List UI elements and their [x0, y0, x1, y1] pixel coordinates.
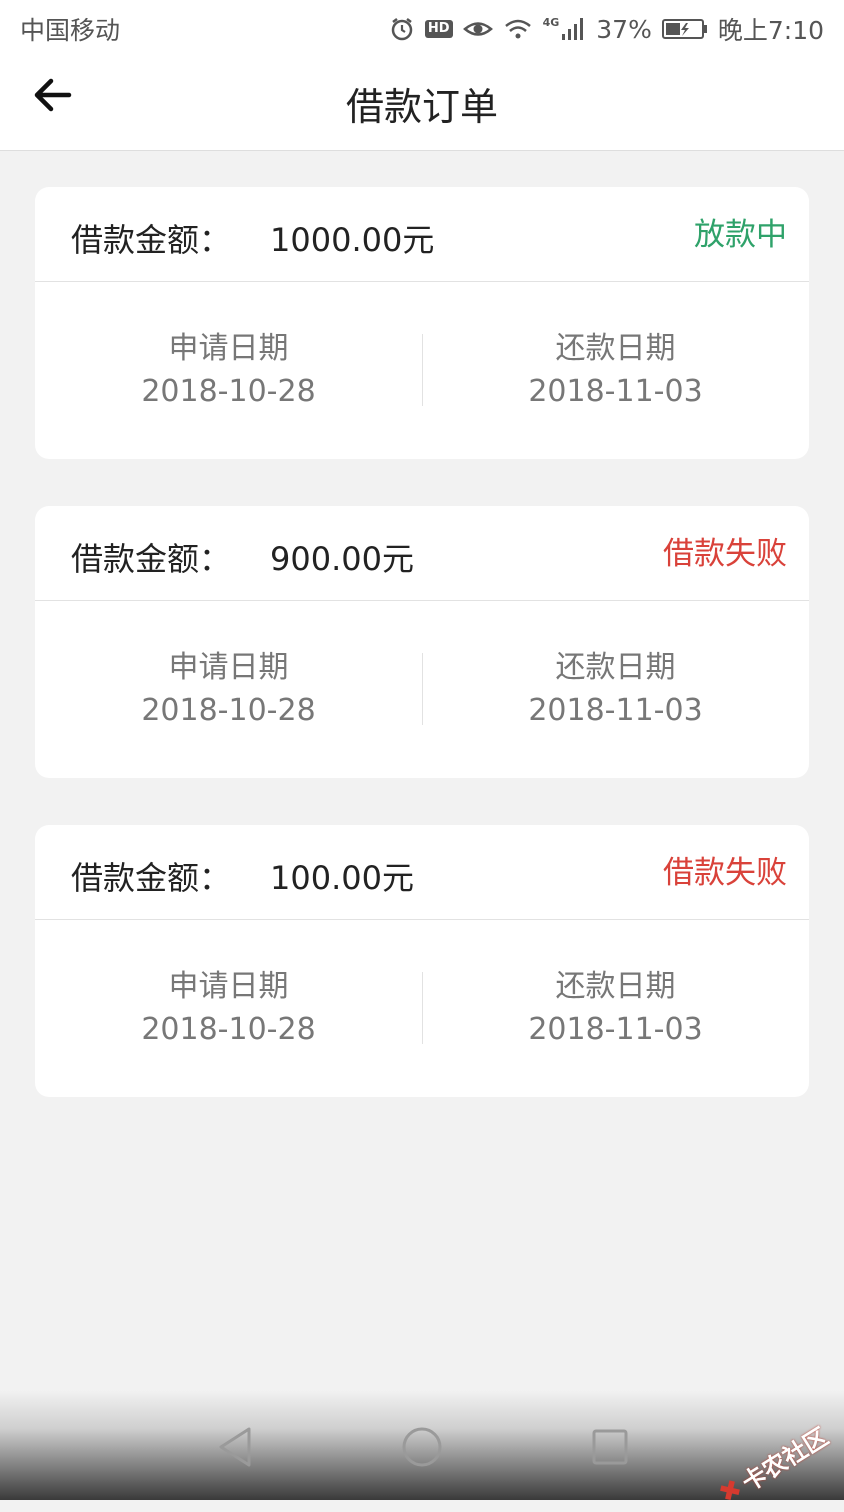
order-card-header: 借款金额： 100.00元 借款失败: [35, 825, 809, 920]
order-list: 借款金额： 1000.00元 放款中 申请日期 2018-10-28 还款日期 …: [35, 187, 809, 1144]
hd-icon: HD: [424, 20, 453, 38]
alarm-icon: [389, 16, 415, 42]
apply-date-block: 申请日期 2018-10-28: [35, 328, 422, 414]
battery-percent: 37%: [596, 14, 652, 44]
watermark-text: 卡农社区: [737, 1422, 834, 1498]
back-triangle-icon: [219, 1427, 251, 1467]
status-badge: 放款中: [694, 217, 787, 253]
amount-label: 借款金额：: [71, 859, 232, 897]
repay-date-value: 2018-11-03: [528, 374, 703, 409]
repay-date-block: 还款日期 2018-11-03: [422, 966, 809, 1052]
repay-date-label: 还款日期: [555, 969, 676, 1004]
apply-date-value: 2018-10-28: [141, 1012, 316, 1047]
apply-date-block: 申请日期 2018-10-28: [35, 966, 422, 1052]
clock: 晚上7:10: [717, 16, 824, 45]
apply-date-label: 申请日期: [168, 650, 289, 685]
order-card[interactable]: 借款金额： 100.00元 借款失败 申请日期 2018-10-28 还款日期 …: [35, 825, 809, 1097]
amount-label: 借款金额：: [71, 540, 232, 578]
page-title: 借款订单: [345, 85, 498, 129]
system-nav-bar: ✖ 卡农社区: [0, 1390, 844, 1509]
amount-label: 借款金额：: [71, 221, 232, 259]
carrier-name: 中国移动: [20, 16, 121, 45]
home-circle-icon: [402, 1427, 442, 1467]
wifi-icon: [503, 17, 533, 41]
order-card-header: 借款金额： 900.00元 借款失败: [35, 506, 809, 601]
repay-date-value: 2018-11-03: [528, 1012, 703, 1047]
repay-date-block: 还款日期 2018-11-03: [422, 328, 809, 414]
apply-date-value: 2018-10-28: [141, 374, 316, 409]
order-card[interactable]: 借款金额： 900.00元 借款失败 申请日期 2018-10-28 还款日期 …: [35, 506, 809, 778]
order-card[interactable]: 借款金额： 1000.00元 放款中 申请日期 2018-10-28 还款日期 …: [35, 187, 809, 459]
repay-date-label: 还款日期: [555, 650, 676, 685]
order-card-body: 申请日期 2018-10-28 还款日期 2018-11-03: [35, 282, 809, 459]
amount-value: 900.00元: [270, 540, 414, 578]
status-bar: 中国移动 HD 4G 37% 晚上7:10: [0, 0, 844, 58]
apply-date-value: 2018-10-28: [141, 693, 316, 728]
order-card-body: 申请日期 2018-10-28 还款日期 2018-11-03: [35, 920, 809, 1097]
status-icons: HD 4G 37% 晚上7:10: [389, 11, 824, 47]
recents-square-icon: [592, 1429, 628, 1465]
eye-icon: [462, 18, 493, 40]
signal-icon: 4G: [543, 16, 587, 42]
order-card-body: 申请日期 2018-10-28 还款日期 2018-11-03: [35, 601, 809, 778]
watermark: ✖ 卡农社区: [712, 1417, 834, 1511]
status-badge: 借款失败: [663, 536, 787, 572]
order-card-header: 借款金额： 1000.00元 放款中: [35, 187, 809, 282]
apply-date-block: 申请日期 2018-10-28: [35, 647, 422, 733]
nav-back-button[interactable]: [210, 1422, 260, 1472]
nav-recents-button[interactable]: [585, 1422, 635, 1472]
repay-date-value: 2018-11-03: [528, 693, 703, 728]
network-type: 4G: [542, 16, 560, 29]
nav-home-button[interactable]: [397, 1422, 447, 1472]
amount-value: 100.00元: [270, 859, 414, 897]
repay-date-label: 还款日期: [555, 331, 676, 366]
apply-date-label: 申请日期: [168, 331, 289, 366]
apply-date-label: 申请日期: [168, 969, 289, 1004]
amount-value: 1000.00元: [270, 221, 435, 259]
status-badge: 借款失败: [663, 855, 787, 891]
app-header: 借款订单: [0, 58, 844, 151]
repay-date-block: 还款日期 2018-11-03: [422, 647, 809, 733]
battery-icon: [661, 18, 708, 40]
